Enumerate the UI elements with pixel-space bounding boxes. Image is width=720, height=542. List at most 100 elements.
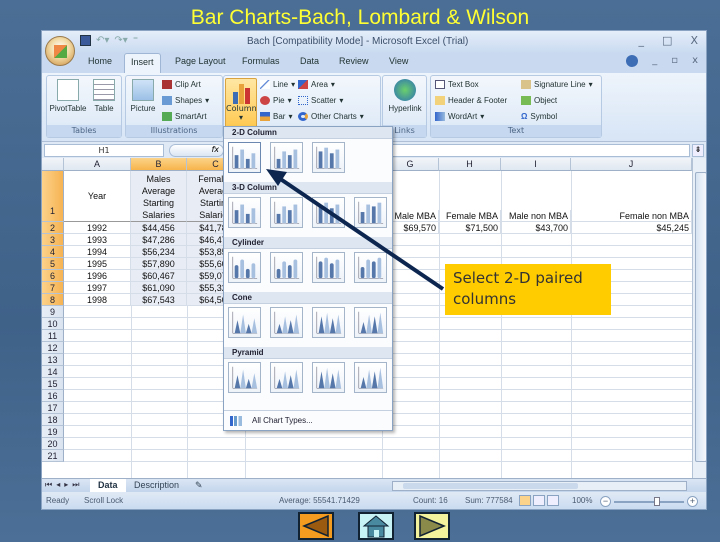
row-header[interactable]: 20 bbox=[42, 438, 64, 450]
area-chart-button[interactable]: Area ▾ bbox=[298, 80, 335, 89]
chart-subtype-cone-3[interactable] bbox=[312, 307, 345, 338]
row-header[interactable]: 10 bbox=[42, 318, 64, 330]
other-charts-button[interactable]: Other Charts ▾ bbox=[298, 112, 364, 121]
row-header[interactable]: 6 bbox=[42, 270, 64, 282]
table-cell-male[interactable]: $47,286 bbox=[131, 234, 187, 246]
page-break-view-button[interactable] bbox=[547, 495, 559, 506]
horizontal-scrollbar[interactable] bbox=[392, 481, 687, 491]
textbox-button[interactable]: Text Box bbox=[435, 80, 479, 89]
insert-function-button[interactable]: fx bbox=[169, 144, 224, 157]
chart-subtype-cyl-1[interactable] bbox=[228, 252, 261, 283]
row-header[interactable]: 15 bbox=[42, 378, 64, 390]
bar-chart-button[interactable]: Bar ▾ bbox=[260, 112, 292, 121]
row-header[interactable]: 5 bbox=[42, 258, 64, 270]
all-chart-types-button[interactable]: All Chart Types... bbox=[224, 410, 392, 430]
picture-button[interactable]: Picture bbox=[128, 79, 158, 113]
next-slide-button[interactable] bbox=[414, 512, 450, 540]
row-header[interactable]: 21 bbox=[42, 450, 64, 462]
symbol-button[interactable]: Ω Symbol bbox=[521, 112, 557, 121]
signature-line-button[interactable]: Signature Line ▾ bbox=[521, 80, 593, 89]
cell-j2[interactable]: $45,245 bbox=[571, 222, 692, 234]
tab-view[interactable]: View bbox=[389, 56, 408, 66]
chart-subtype-cone-1[interactable] bbox=[228, 307, 261, 338]
sheet-nav-arrows[interactable]: ⏮◂▸⏭ bbox=[45, 480, 83, 490]
table-cell-year[interactable]: 1993 bbox=[64, 234, 131, 246]
chart-subtype-cone-4[interactable] bbox=[354, 307, 387, 338]
tab-data[interactable]: Data bbox=[300, 56, 319, 66]
column-header-a[interactable]: A bbox=[64, 158, 131, 171]
table-cell-male[interactable]: $56,234 bbox=[131, 246, 187, 258]
table-cell-male[interactable]: $67,543 bbox=[131, 294, 187, 306]
zoom-slider[interactable] bbox=[614, 497, 684, 506]
customize-qat-icon[interactable]: ⁼ bbox=[133, 35, 138, 46]
tab-insert[interactable]: Insert bbox=[124, 53, 161, 73]
table-cell-year[interactable]: 1992 bbox=[64, 222, 131, 234]
chart-subtype-cyl-3[interactable] bbox=[312, 252, 345, 283]
normal-view-button[interactable] bbox=[519, 495, 531, 506]
insert-sheet-icon[interactable]: ✎ bbox=[187, 479, 211, 492]
cell-i2[interactable]: $43,700 bbox=[501, 222, 571, 234]
pivottable-button[interactable]: PivotTable bbox=[49, 79, 87, 113]
row-header[interactable]: 7 bbox=[42, 282, 64, 294]
office-button[interactable] bbox=[45, 36, 75, 66]
column-header-h[interactable]: H bbox=[439, 158, 501, 171]
chart-subtype-pyr-4[interactable] bbox=[354, 362, 387, 393]
tab-formulas[interactable]: Formulas bbox=[242, 56, 280, 66]
cell-i1[interactable]: Male non MBA bbox=[501, 210, 571, 222]
tab-review[interactable]: Review bbox=[339, 56, 369, 66]
minimize-button[interactable]: _ bbox=[639, 34, 645, 47]
table-button[interactable]: Table bbox=[89, 79, 119, 113]
select-all-corner[interactable] bbox=[42, 158, 64, 171]
row-header[interactable]: 8 bbox=[42, 294, 64, 306]
row-header[interactable]: 11 bbox=[42, 330, 64, 342]
undo-icon[interactable]: ↶▾ bbox=[96, 35, 109, 46]
maximize-button[interactable]: □ bbox=[662, 34, 672, 47]
page-layout-view-button[interactable] bbox=[533, 495, 545, 506]
row-header[interactable]: 18 bbox=[42, 414, 64, 426]
sheet-tab-data[interactable]: Data bbox=[90, 479, 126, 492]
chart-subtype-col3d-3[interactable] bbox=[312, 197, 345, 228]
zoom-out-button[interactable]: − bbox=[600, 496, 611, 507]
chart-subtype-col-3[interactable] bbox=[312, 142, 345, 173]
tab-home[interactable]: Home bbox=[88, 56, 112, 66]
expand-formula-bar-button[interactable]: ⇟ bbox=[692, 144, 704, 157]
header-footer-button[interactable]: Header & Footer bbox=[435, 96, 507, 105]
table-cell-year[interactable]: 1994 bbox=[64, 246, 131, 258]
chart-subtype-col3d-2[interactable] bbox=[270, 197, 303, 228]
object-button[interactable]: Object bbox=[521, 96, 557, 105]
wordart-button[interactable]: WordArt ▾ bbox=[435, 112, 484, 121]
chart-subtype-cone-2[interactable] bbox=[270, 307, 303, 338]
chart-subtype-col-1[interactable] bbox=[228, 142, 261, 173]
table-cell-male[interactable]: $61,090 bbox=[131, 282, 187, 294]
row-header[interactable]: 9 bbox=[42, 306, 64, 318]
column-header-j[interactable]: J bbox=[571, 158, 692, 171]
row-header[interactable]: 12 bbox=[42, 342, 64, 354]
clipart-button[interactable]: Clip Art bbox=[162, 80, 201, 89]
chart-subtype-col3d-4[interactable] bbox=[354, 197, 387, 228]
column-header-i[interactable]: I bbox=[501, 158, 571, 171]
row-header[interactable]: 14 bbox=[42, 366, 64, 378]
zoom-in-button[interactable]: + bbox=[687, 496, 698, 507]
tab-page-layout[interactable]: Page Layout bbox=[175, 56, 226, 66]
column-header-b[interactable]: B bbox=[131, 158, 187, 171]
table-cell-male[interactable]: $44,456 bbox=[131, 222, 187, 234]
previous-slide-button[interactable] bbox=[298, 512, 334, 540]
cell-h1[interactable]: Female MBA bbox=[439, 210, 501, 222]
chart-subtype-cyl-2[interactable] bbox=[270, 252, 303, 283]
shapes-button[interactable]: Shapes ▾ bbox=[162, 96, 209, 105]
row-header[interactable]: 13 bbox=[42, 354, 64, 366]
row-header[interactable]: 17 bbox=[42, 402, 64, 414]
row-header[interactable]: 19 bbox=[42, 426, 64, 438]
vertical-scrollbar[interactable] bbox=[692, 158, 706, 478]
name-box[interactable]: H1 bbox=[44, 144, 164, 157]
zoom-level[interactable]: 100% bbox=[572, 496, 592, 505]
table-cell-male[interactable]: $60,467 bbox=[131, 270, 187, 282]
chart-subtype-pyr-3[interactable] bbox=[312, 362, 345, 393]
row-header[interactable]: 3 bbox=[42, 234, 64, 246]
close-button[interactable]: X bbox=[690, 34, 698, 47]
smartart-button[interactable]: SmartArt bbox=[162, 112, 207, 121]
zoom-slider-knob[interactable] bbox=[654, 497, 660, 506]
row-header[interactable]: 4 bbox=[42, 246, 64, 258]
cell-a1[interactable]: Year bbox=[64, 171, 131, 222]
table-cell-year[interactable]: 1996 bbox=[64, 270, 131, 282]
